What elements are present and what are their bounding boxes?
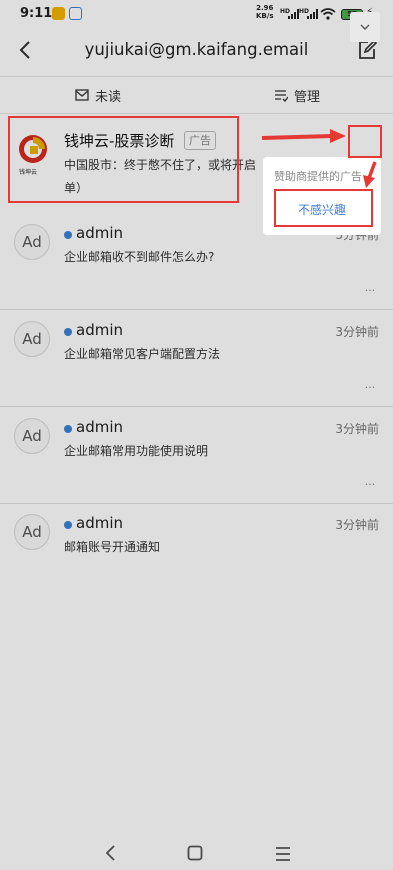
avatar: Ad bbox=[14, 418, 50, 454]
filter-bar: 未读 管理 bbox=[0, 76, 393, 114]
mail-subject: 企业邮箱常见客户端配置方法 bbox=[64, 347, 221, 361]
mail-subject: 企业邮箱常用功能使用说明 bbox=[64, 444, 209, 458]
mail-time: 3分钟前 bbox=[335, 325, 379, 339]
back-arrow-icon bbox=[19, 41, 30, 59]
header: yujiukai@gm.kaifang.email bbox=[0, 30, 393, 75]
chevron-down-icon bbox=[360, 24, 370, 30]
page-title: yujiukai@gm.kaifang.email bbox=[84, 40, 309, 59]
folder-icon bbox=[52, 7, 65, 20]
ad-tag: 广告 bbox=[184, 131, 216, 150]
ad-title: 钱坤云-股票诊断 bbox=[64, 132, 175, 150]
sender-name: admin bbox=[76, 321, 123, 339]
more-options-button[interactable]: ··· bbox=[360, 479, 380, 492]
signal-1-icon bbox=[288, 9, 299, 19]
nav-home-icon[interactable] bbox=[187, 845, 203, 861]
sponsor-label: 赞助商提供的广告 bbox=[274, 170, 362, 183]
ad-summary-line-2: 单） bbox=[64, 181, 89, 195]
manage-button[interactable]: 管理 bbox=[274, 85, 320, 105]
mail-row[interactable]: Ad admin 3分钟前 邮箱账号开通通知 bbox=[0, 504, 393, 600]
nav-back-icon[interactable] bbox=[102, 844, 120, 862]
ad-dropdown-button[interactable] bbox=[350, 12, 380, 42]
mail-time: 3分钟前 bbox=[335, 518, 379, 532]
ad-summary-line-1: 中国股市：终于憋不住了，或将开启 bbox=[64, 158, 257, 172]
not-interested-button[interactable]: 不感兴趣 bbox=[275, 193, 369, 227]
nav-menu-icon[interactable] bbox=[274, 846, 292, 862]
ad-logo bbox=[19, 135, 47, 163]
mail-row[interactable]: Ad admin 3分钟前 企业邮箱常见客户端配置方法 ··· bbox=[0, 311, 393, 407]
unread-filter-label: 未读 bbox=[95, 89, 122, 105]
back-button[interactable] bbox=[14, 38, 38, 62]
ad-options-popup: 赞助商提供的广告 不感兴趣 bbox=[263, 157, 381, 235]
sender-name: admin bbox=[76, 514, 123, 532]
mail-row[interactable]: Ad admin 3分钟前 企业邮箱常用功能使用说明 ··· bbox=[0, 408, 393, 504]
net-speed: 2.96 KB/s bbox=[256, 4, 274, 20]
avatar: Ad bbox=[14, 514, 50, 550]
unread-dot bbox=[64, 231, 72, 239]
more-options-button[interactable]: ··· bbox=[360, 382, 380, 395]
ad-summary: 中国股市：终于憋不住了，或将开启 单） bbox=[64, 154, 270, 200]
sender-name: admin bbox=[76, 418, 123, 436]
mail-icon bbox=[75, 89, 89, 101]
mail-subject: 企业邮箱收不到邮件怎么办? bbox=[64, 250, 215, 264]
ad-logo-text: 钱坤云 bbox=[19, 169, 38, 176]
status-time: 9:11 bbox=[20, 6, 53, 21]
more-options-button[interactable]: ··· bbox=[360, 285, 380, 298]
chat-icon bbox=[69, 7, 82, 20]
unread-filter-button[interactable]: 未读 bbox=[75, 85, 121, 105]
mail-subject: 邮箱账号开通通知 bbox=[64, 540, 161, 554]
manage-label: 管理 bbox=[294, 89, 321, 105]
sender-name: admin bbox=[76, 224, 123, 242]
unread-dot bbox=[64, 328, 72, 336]
avatar: Ad bbox=[14, 321, 50, 357]
manage-list-icon bbox=[275, 90, 288, 102]
mail-time: 3分钟前 bbox=[335, 422, 379, 436]
wifi-icon bbox=[320, 8, 336, 20]
status-bar: 9:11 2.96 KB/s HD HD 57 ⚡ bbox=[0, 0, 393, 30]
avatar: Ad bbox=[14, 224, 50, 260]
signal-2-icon bbox=[307, 9, 318, 19]
unread-dot bbox=[64, 425, 72, 433]
unread-dot bbox=[64, 521, 72, 529]
